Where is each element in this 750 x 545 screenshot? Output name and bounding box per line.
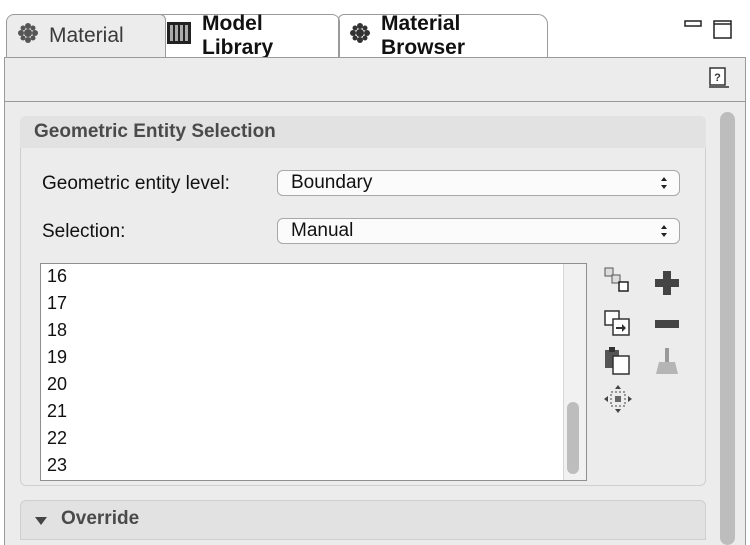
selection-list[interactable] bbox=[40, 263, 587, 481]
list-item[interactable]: 21 bbox=[47, 401, 67, 422]
expand-arrow-icon[interactable] bbox=[34, 513, 48, 531]
material-icon bbox=[349, 22, 371, 50]
entity-level-select[interactable]: Boundary bbox=[277, 170, 680, 196]
help-icon[interactable]: ? bbox=[707, 66, 731, 95]
list-scrollbar-thumb[interactable] bbox=[567, 402, 579, 474]
panel-scrollbar-thumb[interactable] bbox=[720, 112, 735, 545]
tab-material-browser[interactable]: Material Browser bbox=[338, 12, 548, 59]
sweep-icon[interactable] bbox=[652, 346, 682, 376]
selection-select[interactable]: Manual bbox=[277, 218, 680, 244]
entity-level-value: Boundary bbox=[291, 172, 373, 193]
selection-label: Selection: bbox=[42, 221, 126, 242]
list-item[interactable]: 17 bbox=[47, 293, 67, 314]
list-item[interactable]: 20 bbox=[47, 374, 67, 395]
copy-selection-icon[interactable] bbox=[603, 266, 633, 296]
maximize-icon[interactable] bbox=[713, 20, 733, 45]
svg-text:?: ? bbox=[714, 72, 721, 84]
remove-icon[interactable] bbox=[652, 310, 682, 340]
list-item[interactable]: 22 bbox=[47, 428, 67, 449]
override-title: Override bbox=[61, 508, 140, 529]
selection-value: Manual bbox=[291, 220, 354, 241]
material-icon bbox=[17, 22, 39, 50]
list-item[interactable]: 23 bbox=[47, 455, 67, 476]
list-item[interactable]: 18 bbox=[47, 320, 67, 341]
add-icon[interactable] bbox=[652, 268, 682, 298]
tab-model-library-label: Model Library bbox=[202, 11, 274, 59]
minimize-icon[interactable] bbox=[684, 20, 702, 39]
tab-material-label: Material bbox=[49, 24, 124, 47]
panel-toolbar bbox=[4, 58, 746, 102]
tab-model-library[interactable]: Model Library bbox=[158, 11, 338, 59]
clear-selection-icon[interactable] bbox=[603, 346, 633, 376]
paste-selection-icon[interactable] bbox=[603, 308, 633, 338]
select-arrows-icon bbox=[659, 219, 669, 245]
list-item[interactable]: 16 bbox=[47, 266, 67, 287]
select-arrows-icon bbox=[659, 171, 669, 197]
tab-material-browser-label: Material Browser bbox=[381, 12, 466, 59]
section-title: Geometric Entity Selection bbox=[34, 121, 276, 142]
entity-level-label: Geometric entity level: bbox=[42, 173, 230, 194]
zoom-to-selection-icon[interactable] bbox=[603, 384, 633, 414]
model-library-icon bbox=[166, 21, 192, 51]
list-item[interactable]: 19 bbox=[47, 347, 67, 368]
tab-material[interactable]: Material bbox=[6, 14, 166, 57]
